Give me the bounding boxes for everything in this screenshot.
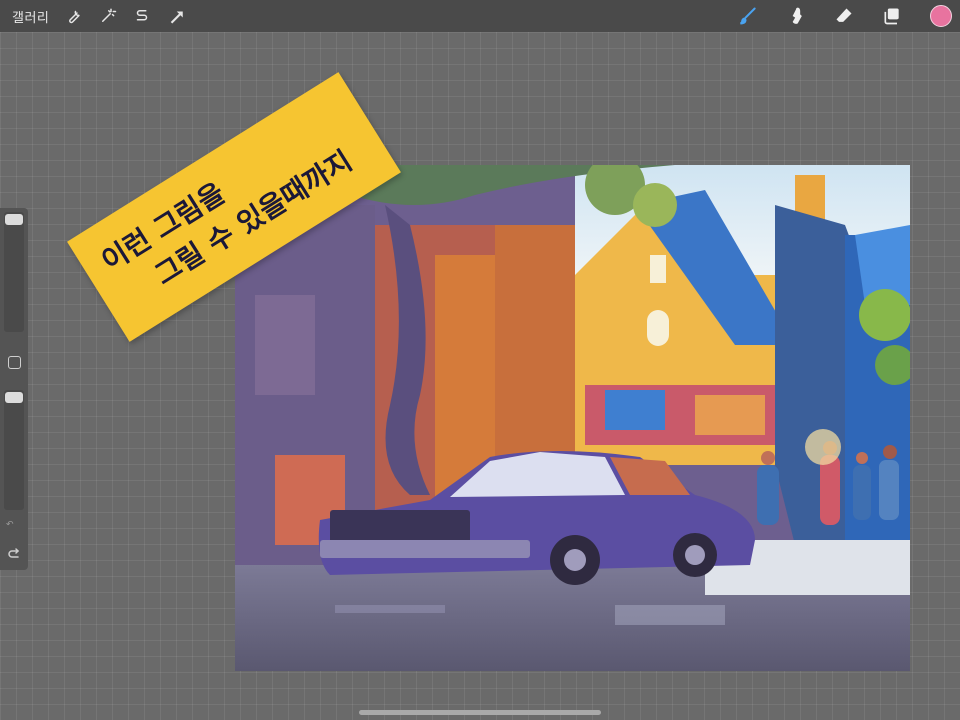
actions-button[interactable] xyxy=(57,0,91,32)
top-toolbar: 갤러리 xyxy=(0,0,960,32)
eraser-button[interactable] xyxy=(820,0,868,32)
home-indicator[interactable] xyxy=(359,710,601,715)
brush-opacity-thumb[interactable] xyxy=(5,392,23,403)
layers-icon xyxy=(884,8,899,25)
brush-icon xyxy=(740,7,756,25)
selection-button[interactable] xyxy=(125,0,159,32)
redo-icon[interactable] xyxy=(6,548,22,562)
adjustments-button[interactable] xyxy=(91,0,125,32)
brush-size-thumb[interactable] xyxy=(5,214,23,225)
smudge-icon xyxy=(792,7,802,24)
magic-wand-icon xyxy=(102,8,117,22)
selection-icon xyxy=(137,10,148,21)
transform-arrow-icon xyxy=(171,11,184,24)
brush-opacity-slider[interactable] xyxy=(4,390,24,510)
wrench-icon xyxy=(69,10,81,24)
sidebar: ↶ xyxy=(0,208,28,570)
undo-icon[interactable]: ↶ xyxy=(6,520,14,530)
brush-size-slider[interactable] xyxy=(4,212,24,332)
brush-button[interactable] xyxy=(724,0,772,32)
modify-button[interactable] xyxy=(8,356,21,369)
color-picker-button[interactable] xyxy=(930,5,952,27)
gallery-button[interactable]: 갤러리 xyxy=(12,7,49,26)
artwork-canvas[interactable] xyxy=(235,165,910,671)
transform-button[interactable] xyxy=(159,0,193,32)
eraser-icon xyxy=(836,8,852,22)
layers-button[interactable] xyxy=(868,0,916,32)
painting-tools xyxy=(724,0,960,32)
artwork-painting xyxy=(235,165,910,671)
smudge-button[interactable] xyxy=(772,0,820,32)
